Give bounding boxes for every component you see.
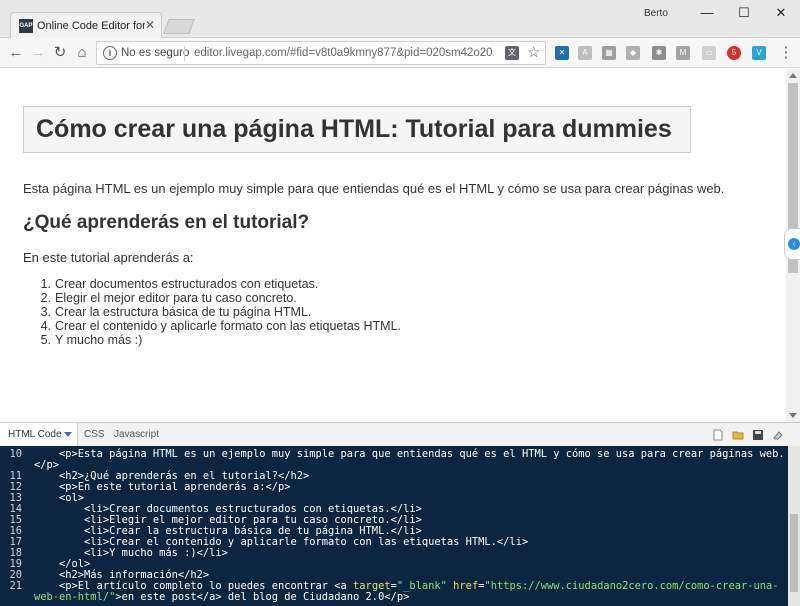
- extension-icon-6[interactable]: M: [676, 46, 690, 60]
- lead-paragraph: En este tutorial aprenderás a:: [23, 250, 194, 265]
- browser-tab[interactable]: GAP Online Code Editor for H ✕: [10, 12, 162, 39]
- intro-paragraph: Esta página HTML es un ejemplo muy simpl…: [23, 181, 725, 196]
- back-icon[interactable]: ←: [6, 43, 26, 63]
- close-window-icon[interactable]: ✕: [766, 4, 796, 22]
- maximize-icon[interactable]: ☐: [729, 4, 759, 22]
- open-folder-icon[interactable]: [732, 429, 744, 441]
- tab-css[interactable]: CSS: [84, 423, 105, 447]
- code-text: web-en-html/">en este post</a> del blog …: [34, 592, 409, 603]
- chevron-left-icon: ‹: [788, 238, 800, 250]
- tab-html-label: HTML Code: [8, 429, 62, 440]
- user-profile-name[interactable]: Berto: [644, 8, 668, 19]
- browser-window: GAP Online Code Editor for H ✕ Berto — ☐…: [0, 0, 800, 606]
- home-icon[interactable]: ⌂: [72, 43, 92, 63]
- new-file-icon[interactable]: [712, 429, 724, 441]
- bookmark-star-icon[interactable]: ☆: [527, 43, 540, 61]
- code-token: >en este post</a> del blog de Ciudadano …: [115, 591, 410, 603]
- page-title: Cómo crear una página HTML: Tutorial par…: [36, 115, 672, 143]
- preview-pane: Cómo crear una página HTML: Tutorial par…: [0, 69, 786, 422]
- tag-extension-icon[interactable]: ◆: [626, 46, 640, 60]
- title-bar: GAP Online Code Editor for H ✕ Berto — ☐…: [0, 0, 800, 39]
- forward-icon[interactable]: →: [28, 43, 48, 63]
- new-tab-button[interactable]: [163, 19, 195, 34]
- extension-badge-icon[interactable]: 5: [727, 46, 741, 60]
- minimize-icon[interactable]: —: [692, 4, 722, 22]
- address-bar[interactable]: i No es seguro editor.livegap.com/#fid=v…: [96, 41, 546, 65]
- eraser-icon[interactable]: [772, 429, 784, 441]
- extension-badge-count: 5: [731, 48, 737, 57]
- extension-icon-3[interactable]: ▦: [602, 46, 616, 60]
- extension-icon-2[interactable]: A: [578, 46, 592, 60]
- security-label[interactable]: No es seguro: [121, 47, 189, 59]
- info-icon[interactable]: i: [103, 46, 117, 60]
- scroll-down-icon[interactable]: [789, 413, 797, 418]
- section-heading: ¿Qué aprenderás en el tutorial?: [23, 212, 310, 233]
- omnibox-divider: [184, 46, 185, 61]
- tab-html-code[interactable]: HTML Code: [0, 423, 78, 447]
- url-text[interactable]: editor.livegap.com/#fid=v8t0a9kmny877&pi…: [194, 47, 494, 59]
- gear-extension-icon[interactable]: ✱: [652, 46, 666, 60]
- reload-icon[interactable]: ↻: [50, 43, 70, 63]
- chevron-down-icon[interactable]: [64, 432, 72, 437]
- editor-scrollbar[interactable]: [788, 446, 800, 606]
- tab-title: Online Code Editor for H: [37, 20, 145, 32]
- code-editor[interactable]: 10 <p>Esta página HTML es un ejemplo muy…: [0, 446, 800, 606]
- favicon-icon: GAP: [19, 19, 33, 33]
- extension-icon-1[interactable]: ✕: [555, 46, 569, 60]
- save-icon[interactable]: [752, 429, 764, 441]
- scroll-up-icon[interactable]: [789, 73, 797, 78]
- code-token: href: [453, 580, 479, 592]
- line-number: 21: [9, 580, 22, 592]
- menu-icon[interactable]: ⋮: [776, 43, 796, 63]
- code-token: "https://www.ciudadano2cero.com/como-cre…: [484, 580, 779, 592]
- code-text: <p>Esta página HTML es un ejemplo muy si…: [34, 449, 785, 460]
- line-number: 10: [9, 448, 22, 460]
- side-panel-toggle[interactable]: ‹: [784, 228, 800, 260]
- page-title-box: Cómo crear una página HTML: Tutorial par…: [23, 106, 691, 153]
- browser-toolbar: ← → ↻ ⌂ i No es seguro editor.livegap.co…: [0, 38, 800, 68]
- editor-scroll-thumb[interactable]: [790, 514, 798, 592]
- extension-icon-7[interactable]: ▭: [702, 46, 716, 60]
- code-token: web-en-html/": [34, 591, 116, 603]
- vimeo-extension-icon[interactable]: V: [752, 46, 766, 60]
- translate-icon[interactable]: 文: [505, 46, 519, 60]
- tab-javascript[interactable]: Javascript: [114, 423, 159, 447]
- close-tab-icon[interactable]: ✕: [145, 18, 155, 32]
- code-tab-bar: HTML Code CSS Javascript: [0, 422, 800, 447]
- code-token: <p>Esta página HTML es un ejemplo muy si…: [34, 448, 785, 460]
